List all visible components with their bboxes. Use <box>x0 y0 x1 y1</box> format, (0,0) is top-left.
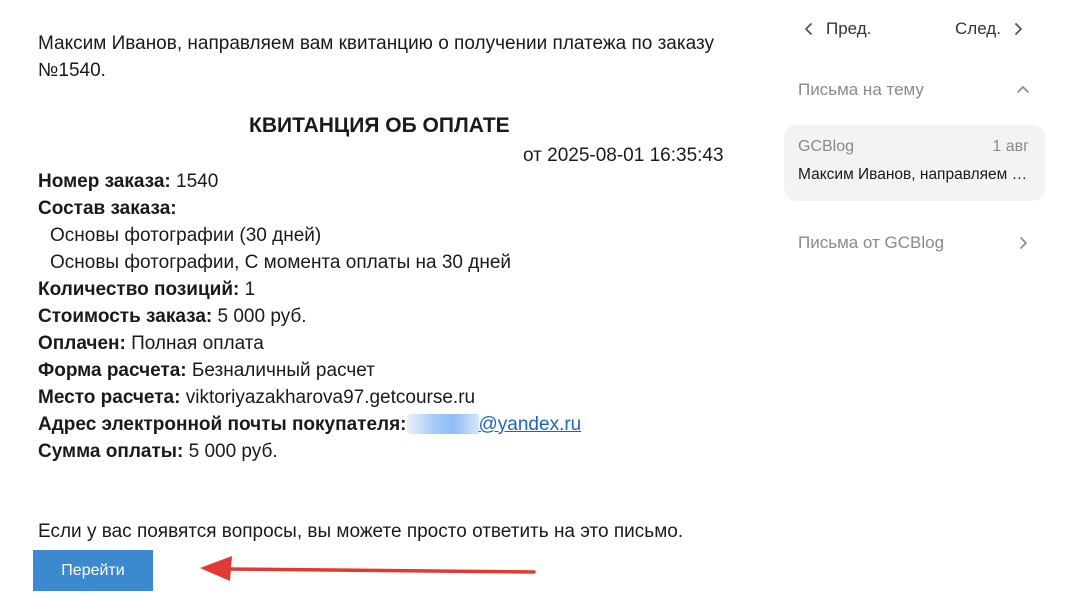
thread-section-header[interactable]: Письма на тему <box>798 80 1030 100</box>
footer-note: Если у вас появятся вопросы, вы можете п… <box>38 521 684 542</box>
thread-date: 1 авг <box>992 138 1029 155</box>
order-number-value: 1540 <box>170 171 219 192</box>
chevron-up-icon <box>1017 86 1029 93</box>
order-number-label: Номер заказа: <box>38 171 171 192</box>
annotation-arrow-icon <box>200 556 536 581</box>
positions-label: Количество позиций: <box>38 279 240 300</box>
buyer-email-link[interactable]: @yandex.ru <box>406 414 582 435</box>
paid-row: Оплачен: Полная оплата <box>38 330 581 357</box>
order-number-row: Номер заказа: 1540 <box>38 168 581 195</box>
buyer-email-row: Адрес электронной почты покупателя: @yand… <box>38 411 581 438</box>
payment-place-row: Место расчета: viktoriyazakharova97.getc… <box>38 384 581 411</box>
receipt-details: Номер заказа: 1540 Состав заказа: Основы… <box>38 168 581 465</box>
paid-value: Полная оплата <box>125 333 264 354</box>
from-sender-section-title: Письма от GCBlog <box>798 233 945 252</box>
paid-label: Оплачен: <box>38 333 126 354</box>
receipt-title: КВИТАНЦИЯ ОБ ОПЛАТЕ <box>249 114 510 137</box>
chevron-right-icon <box>1015 23 1022 35</box>
thread-sender: GCBlog <box>798 138 855 155</box>
receipt-date: от 2025-08-01 16:35:43 <box>523 145 724 166</box>
buyer-email-domain: @yandex.ru <box>478 414 582 435</box>
thread-preview: Максим Иванов, направляем вам квитанцию <box>798 166 1034 183</box>
payment-place-label: Место расчета: <box>38 387 181 408</box>
chevron-left-icon <box>805 23 812 35</box>
next-label: След. <box>955 19 1001 38</box>
prev-message-button[interactable]: Пред. <box>802 16 871 42</box>
order-item: Основы фотографии, С момента оплаты на 3… <box>50 252 512 273</box>
thread-section-title: Письма на тему <box>798 80 924 99</box>
payment-form-label: Форма расчета: <box>38 360 187 381</box>
order-item: Основы фотографии (30 дней) <box>50 225 322 246</box>
payment-place-value: viktoriyazakharova97.getcourse.ru <box>180 387 476 408</box>
from-sender-section-header[interactable]: Письма от GCBlog <box>798 233 1030 253</box>
payment-form-row: Форма расчета: Безналичный расчет <box>38 357 581 384</box>
cost-value: 5 000 руб. <box>212 306 307 327</box>
cost-row: Стоимость заказа: 5 000 руб. <box>38 303 581 330</box>
prev-label: Пред. <box>826 19 872 38</box>
chevron-right-icon <box>1020 237 1027 249</box>
buyer-email-label: Адрес электронной почты покупателя: <box>38 414 407 435</box>
thread-message-card[interactable]: GCBlog 1 авг Максим Иванов, направляем в… <box>784 125 1045 201</box>
payment-form-value: Безналичный расчет <box>186 360 375 381</box>
order-items-row: Состав заказа: <box>38 195 581 222</box>
sum-row: Сумма оплаты: 5 000 руб. <box>38 438 581 465</box>
positions-row: Количество позиций: 1 <box>38 276 581 303</box>
sum-label: Сумма оплаты: <box>38 441 184 462</box>
sum-value: 5 000 руб. <box>183 441 278 462</box>
cost-label: Стоимость заказа: <box>38 306 213 327</box>
greeting-text: Максим Иванов, направляем вам квитанцию … <box>38 33 714 81</box>
go-button[interactable]: Перейти <box>33 550 153 591</box>
next-message-button[interactable]: След. <box>955 16 1025 42</box>
mail-viewer: Максим Иванов, направляем вам квитанцию … <box>0 0 1081 606</box>
positions-value: 1 <box>239 279 256 300</box>
redacted-email-mask <box>406 414 479 434</box>
order-items-label: Состав заказа: <box>38 198 177 219</box>
